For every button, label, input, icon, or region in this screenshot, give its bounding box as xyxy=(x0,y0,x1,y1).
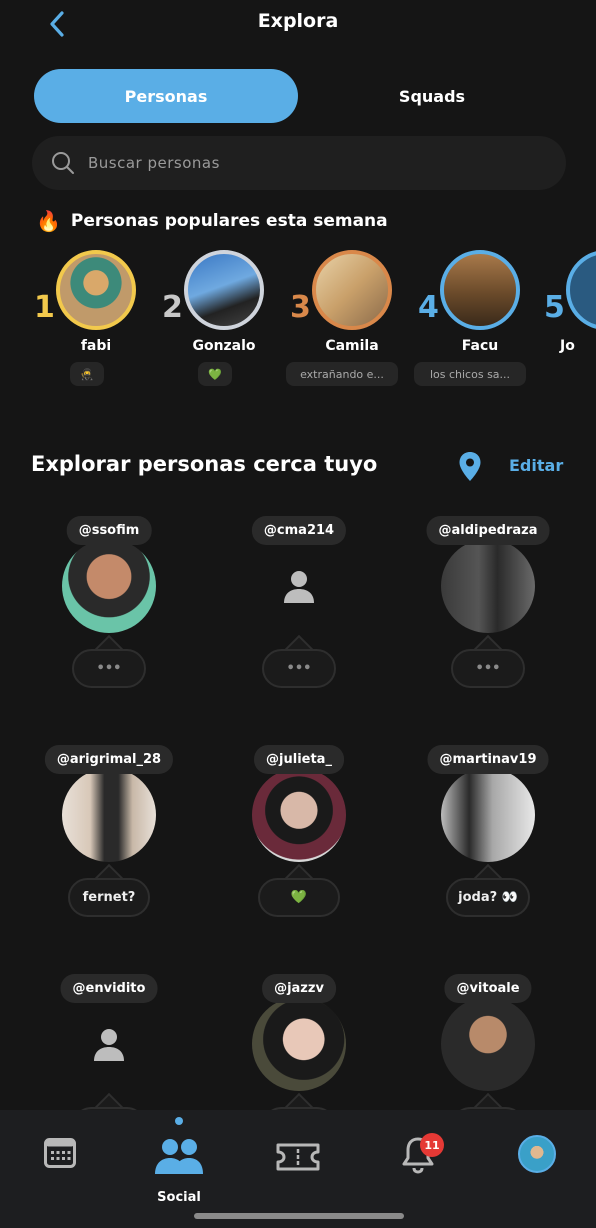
popular-people-carousel[interactable]: 1 fabi 🥷 2 Gonzalo 💚 3 Camila extrañando… xyxy=(0,248,596,393)
popular-title-text: Personas populares esta semana xyxy=(70,211,388,231)
location-pin-icon[interactable] xyxy=(458,451,482,483)
avatar xyxy=(252,768,346,862)
tab-tickets[interactable] xyxy=(248,1110,348,1228)
tab-profile[interactable] xyxy=(488,1110,588,1228)
search-input[interactable] xyxy=(88,148,528,178)
person-name: Jo xyxy=(560,338,575,354)
avatar xyxy=(441,768,535,862)
user-placeholder-icon xyxy=(94,1029,124,1061)
popular-person[interactable]: 1 fabi 🥷 xyxy=(34,248,162,393)
person-name: Gonzalo xyxy=(192,338,256,354)
fire-icon: 🔥 xyxy=(36,209,61,233)
segmented-control: Personas Squads xyxy=(34,69,564,123)
nearby-person-card[interactable]: @envidito xyxy=(14,963,204,1110)
nearby-person-card[interactable]: @jazzv xyxy=(204,963,394,1110)
status-bubble xyxy=(451,1092,525,1110)
status-bubble xyxy=(262,1092,336,1110)
status-chip: los chicos sa... xyxy=(414,362,526,386)
person-name: fabi xyxy=(80,338,112,354)
people-icon xyxy=(155,1139,203,1174)
avatar xyxy=(252,997,346,1091)
status-bubble: joda? 👀 xyxy=(446,863,530,917)
edit-location-button[interactable]: Editar xyxy=(509,456,563,475)
page-title: Explora xyxy=(257,10,339,32)
username-chip: @julieta_ xyxy=(254,745,344,774)
calendar-icon xyxy=(44,1138,76,1168)
person-name: Camila xyxy=(325,338,379,354)
avatar xyxy=(56,250,136,330)
popular-person[interactable]: 2 Gonzalo 💚 xyxy=(162,248,290,393)
rank-number: 4 xyxy=(418,290,439,325)
avatar xyxy=(62,768,156,862)
username-chip: @vitoale xyxy=(444,974,532,1003)
avatar xyxy=(312,250,392,330)
search-icon xyxy=(52,152,74,174)
tab-social[interactable]: Social xyxy=(129,1110,229,1228)
popular-person[interactable]: 5 Jo xyxy=(544,248,596,393)
status-bubble xyxy=(72,1092,146,1110)
avatar xyxy=(566,250,596,330)
status-bubble: ••• xyxy=(451,634,525,688)
username-chip: @aldipedraza xyxy=(426,516,550,545)
nearby-person-card[interactable]: @ssofim ••• xyxy=(14,505,204,731)
home-indicator xyxy=(194,1213,404,1219)
tab-label: Social xyxy=(157,1190,201,1205)
nearby-person-card[interactable]: @arigrimal_28 fernet? xyxy=(14,734,204,960)
user-placeholder-icon xyxy=(284,571,314,603)
rank-number: 1 xyxy=(34,290,55,325)
avatar xyxy=(62,539,156,633)
username-chip: @envidito xyxy=(60,974,158,1003)
ticket-icon xyxy=(276,1143,320,1171)
avatar xyxy=(441,539,535,633)
status-bubble: ••• xyxy=(72,634,146,688)
rank-number: 3 xyxy=(290,290,311,325)
notification-badge: 11 xyxy=(420,1133,444,1157)
popular-person[interactable]: 4 Facu los chicos sa... xyxy=(414,248,546,393)
nearby-section-title: Explorar personas cerca tuyo xyxy=(31,452,378,476)
rank-number: 2 xyxy=(162,290,183,325)
status-bubble: 💚 xyxy=(258,863,340,917)
popular-person[interactable]: 3 Camila extrañando e... xyxy=(286,248,418,393)
username-chip: @cma214 xyxy=(251,516,347,545)
rank-number: 5 xyxy=(544,290,565,325)
status-chip: extrañando e... xyxy=(286,362,398,386)
profile-avatar xyxy=(518,1135,556,1173)
nearby-person-card[interactable]: @aldipedraza ••• xyxy=(393,505,583,731)
tab-personas[interactable]: Personas xyxy=(34,69,298,123)
status-chip: 🥷 xyxy=(70,362,104,386)
avatar xyxy=(440,250,520,330)
avatar xyxy=(441,997,535,1091)
bottom-tab-bar: Social xyxy=(0,1110,596,1228)
top-bar: Explora xyxy=(0,0,596,50)
avatar xyxy=(184,250,264,330)
username-chip: @ssofim xyxy=(66,516,152,545)
nearby-people-grid[interactable]: @ssofim ••• @cma214 ••• @aldipedraza •••… xyxy=(0,505,596,1110)
status-bubble: ••• xyxy=(262,634,336,688)
status-chip: 💚 xyxy=(198,362,232,386)
status-bubble: fernet? xyxy=(68,863,150,917)
nearby-person-card[interactable]: @cma214 ••• xyxy=(204,505,394,731)
tab-calendar[interactable] xyxy=(10,1110,110,1228)
search-bar[interactable] xyxy=(32,136,566,190)
tab-notifications[interactable] xyxy=(368,1110,468,1228)
username-chip: @arigrimal_28 xyxy=(44,745,174,774)
active-indicator xyxy=(175,1117,183,1125)
nearby-person-card[interactable]: @julieta_ 💚 xyxy=(204,734,394,960)
nearby-person-card[interactable]: @vitoale xyxy=(393,963,583,1110)
username-chip: @jazzv xyxy=(262,974,336,1003)
popular-section-title: 🔥 Personas populares esta semana xyxy=(36,207,388,235)
tab-squads[interactable]: Squads xyxy=(300,69,564,123)
person-name: Facu xyxy=(461,338,499,354)
nearby-person-card[interactable]: @martinav19 joda? 👀 xyxy=(393,734,583,960)
username-chip: @martinav19 xyxy=(427,745,549,774)
